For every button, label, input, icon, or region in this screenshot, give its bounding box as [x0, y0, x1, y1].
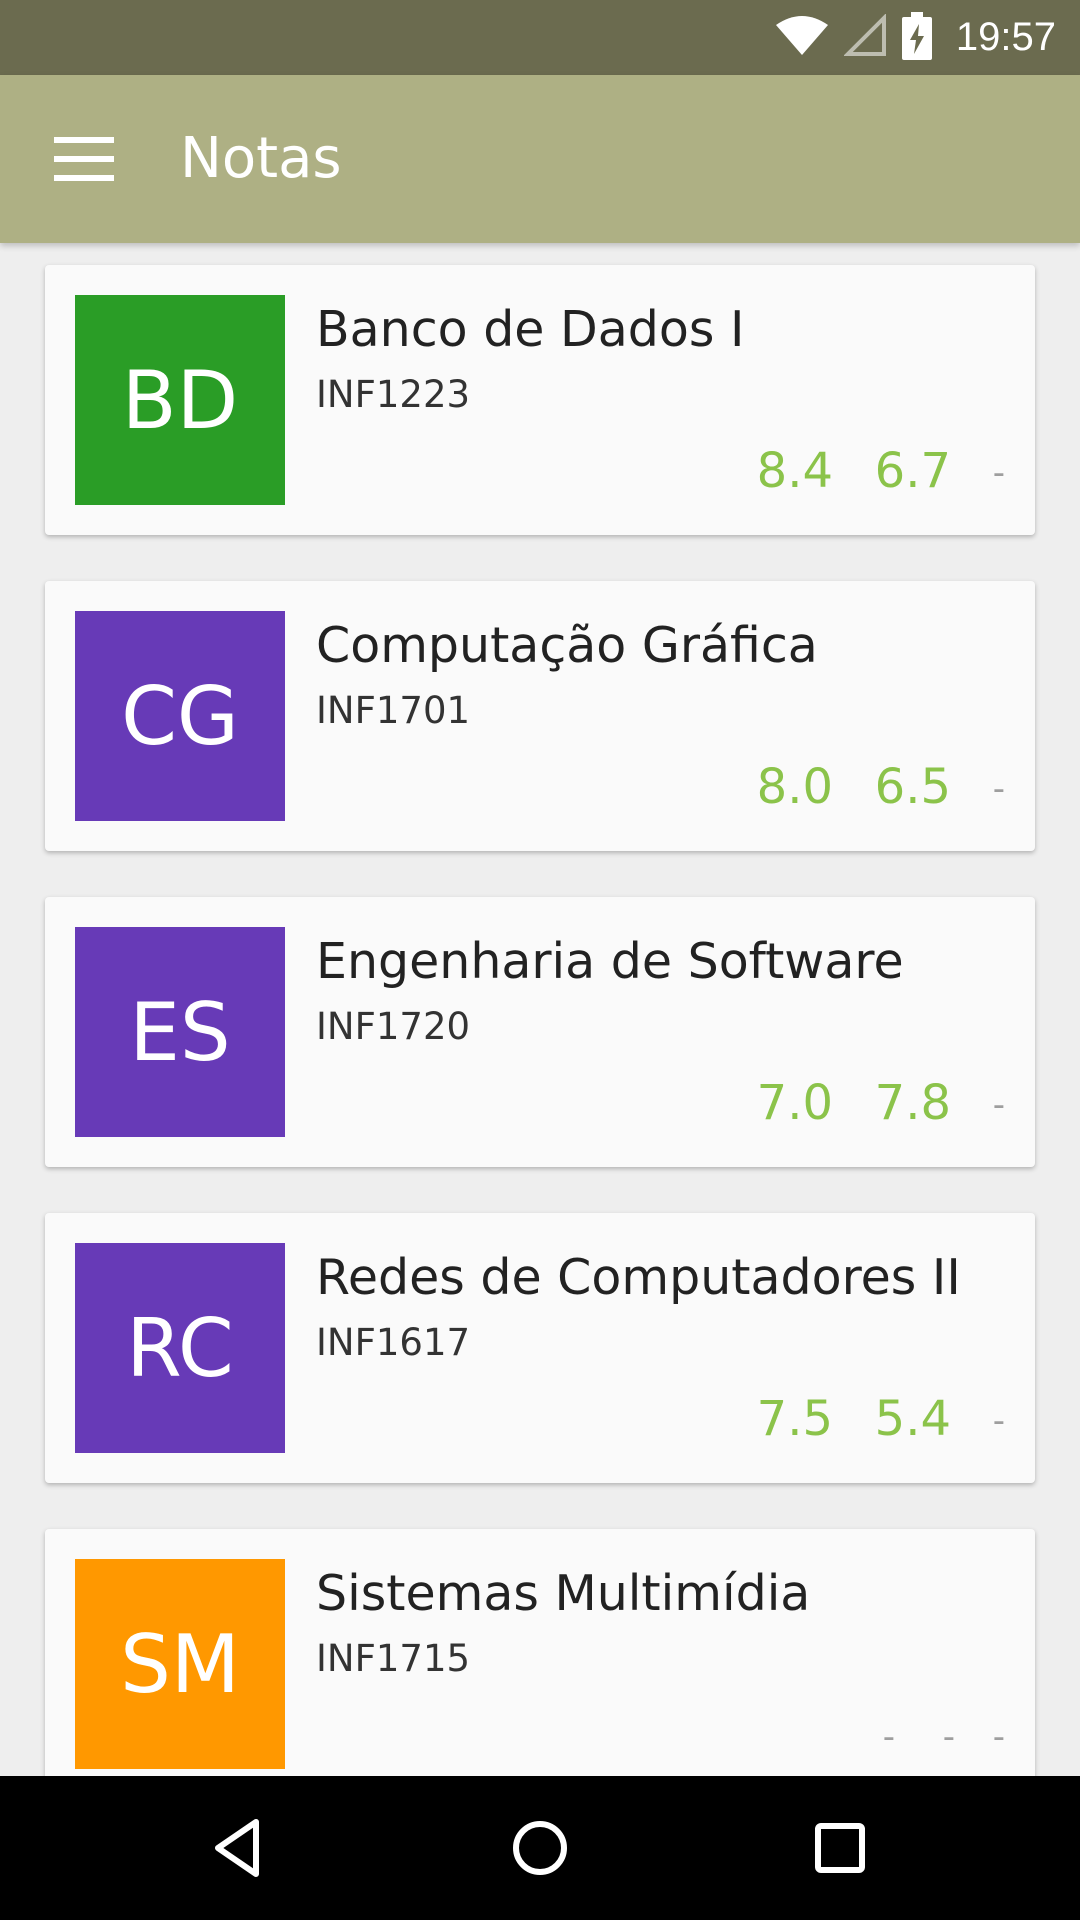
- course-code: INF1715: [316, 1637, 471, 1680]
- course-name: Engenharia de Software: [316, 933, 904, 990]
- grade-1: 7.0: [756, 1075, 833, 1131]
- grade-2: 6.5: [874, 759, 951, 815]
- grade-2: -: [942, 1717, 955, 1757]
- wifi-icon: [774, 15, 830, 61]
- navigation-bar: [0, 1776, 1080, 1920]
- course-name: Banco de Dados I: [316, 301, 745, 358]
- grade-2: 5.4: [874, 1391, 951, 1447]
- course-avatar: SM: [75, 1559, 285, 1769]
- grade-2: 7.8: [874, 1075, 951, 1131]
- recents-icon[interactable]: [804, 1812, 876, 1884]
- course-code: INF1223: [316, 373, 471, 416]
- page-title: Notas: [180, 126, 342, 191]
- clock: 19:57: [955, 15, 1056, 59]
- course-avatar: CG: [75, 611, 285, 821]
- battery-charging-icon: [901, 11, 932, 64]
- grade-2: 6.7: [874, 443, 951, 499]
- course-card[interactable]: BD Banco de Dados I INF1223 8.4 6.7 -: [45, 265, 1035, 535]
- course-avatar: BD: [75, 295, 285, 505]
- course-avatar: RC: [75, 1243, 285, 1453]
- cell-signal-icon: [843, 12, 888, 62]
- home-icon[interactable]: [504, 1812, 576, 1884]
- back-icon[interactable]: [204, 1812, 276, 1884]
- grade-1: -: [882, 1717, 895, 1757]
- course-code: INF1617: [316, 1321, 471, 1364]
- grade-1: 7.5: [756, 1391, 833, 1447]
- course-name: Sistemas Multimídia: [316, 1565, 811, 1622]
- status-icons: 19:57: [774, 0, 1056, 75]
- course-avatar: ES: [75, 927, 285, 1137]
- grade-3: -: [992, 1401, 1005, 1441]
- grade-1: 8.4: [756, 443, 833, 499]
- course-list[interactable]: BD Banco de Dados I INF1223 8.4 6.7 - CG…: [0, 243, 1080, 1776]
- course-card[interactable]: CG Computação Gráfica INF1701 8.0 6.5 -: [45, 581, 1035, 851]
- course-code: INF1720: [316, 1005, 471, 1048]
- course-name: Redes de Computadores II: [316, 1249, 961, 1306]
- grade-3: -: [992, 769, 1005, 809]
- course-card[interactable]: SM Sistemas Multimídia INF1715 - - -: [45, 1529, 1035, 1776]
- status-bar: 19:57: [0, 0, 1080, 75]
- course-card[interactable]: ES Engenharia de Software INF1720 7.0 7.…: [45, 897, 1035, 1167]
- grade-3: -: [992, 1085, 1005, 1125]
- hamburger-menu-icon[interactable]: [54, 137, 114, 181]
- course-code: INF1701: [316, 689, 471, 732]
- app-bar: Notas: [0, 75, 1080, 243]
- course-card[interactable]: RC Redes de Computadores II INF1617 7.5 …: [45, 1213, 1035, 1483]
- grade-1: 8.0: [756, 759, 833, 815]
- grade-3: -: [992, 453, 1005, 493]
- course-name: Computação Gráfica: [316, 617, 818, 674]
- grade-3: -: [992, 1717, 1005, 1757]
